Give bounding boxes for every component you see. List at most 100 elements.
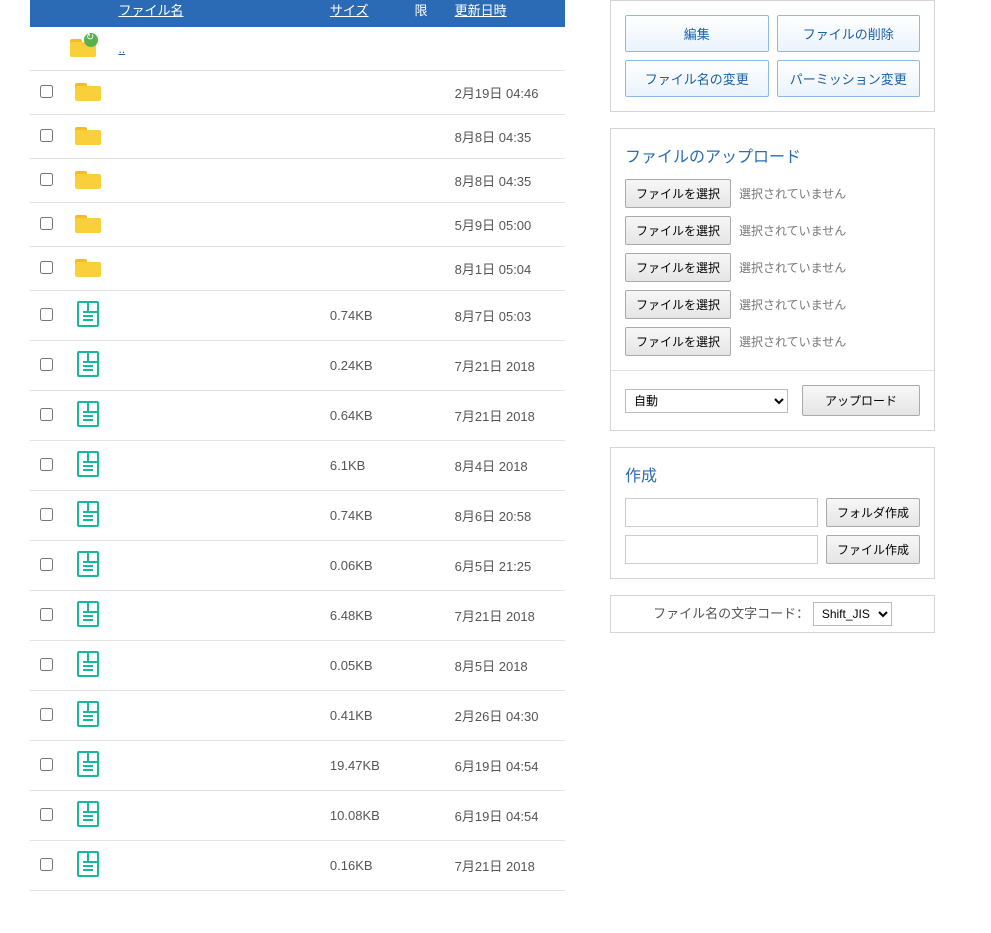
size-cell: 10.08KB — [324, 791, 409, 841]
row-checkbox[interactable] — [40, 708, 53, 721]
upload-panel: ファイルのアップロード ファイルを選択選択されていませんファイルを選択選択されて… — [610, 128, 935, 431]
folder-icon — [75, 125, 101, 145]
row-checkbox[interactable] — [40, 458, 53, 471]
no-file-label: 選択されていません — [739, 259, 846, 276]
edit-button[interactable]: 編集 — [625, 15, 769, 52]
table-row: 8月8日 04:35 — [30, 159, 565, 203]
date-cell: 7月21日 2018 — [449, 391, 565, 441]
no-file-label: 選択されていません — [739, 333, 846, 350]
mkfile-button[interactable]: ファイル作成 — [826, 535, 920, 564]
delete-button[interactable]: ファイルの削除 — [777, 15, 921, 52]
date-cell: 8月8日 04:35 — [449, 115, 565, 159]
date-cell: 8月1日 05:04 — [449, 247, 565, 291]
file-icon — [77, 701, 99, 727]
size-cell — [324, 115, 409, 159]
size-cell — [324, 247, 409, 291]
date-cell: 2月19日 04:46 — [449, 71, 565, 115]
table-row: 0.74KB8月7日 05:03 — [30, 291, 565, 341]
no-file-label: 選択されていません — [739, 185, 846, 202]
encoding-select[interactable]: 自動 — [625, 389, 788, 413]
header-perm: 限 — [408, 0, 448, 27]
row-checkbox[interactable] — [40, 129, 53, 142]
mkdir-button[interactable]: フォルダ作成 — [826, 498, 920, 527]
choose-file-button[interactable]: ファイルを選択 — [625, 216, 731, 245]
date-cell: 6月19日 04:54 — [449, 791, 565, 841]
row-checkbox[interactable] — [40, 858, 53, 871]
size-cell — [324, 203, 409, 247]
row-checkbox[interactable] — [40, 308, 53, 321]
row-checkbox[interactable] — [40, 508, 53, 521]
size-cell: 0.64KB — [324, 391, 409, 441]
size-cell: 0.16KB — [324, 841, 409, 891]
size-cell: 0.24KB — [324, 341, 409, 391]
date-cell: 5月9日 05:00 — [449, 203, 565, 247]
date-cell: 7月21日 2018 — [449, 341, 565, 391]
sort-size[interactable]: サイズ — [330, 3, 369, 18]
table-row: 2月19日 04:46 — [30, 71, 565, 115]
table-row: 0.06KB6月5日 21:25 — [30, 541, 565, 591]
row-checkbox[interactable] — [40, 408, 53, 421]
date-cell: 6月5日 21:25 — [449, 541, 565, 591]
row-checkbox[interactable] — [40, 261, 53, 274]
file-icon — [77, 301, 99, 327]
date-cell: 8月4日 2018 — [449, 441, 565, 491]
table-row: 8月1日 05:04 — [30, 247, 565, 291]
table-row: 0.41KB2月26日 04:30 — [30, 691, 565, 741]
parent-link[interactable]: .. — [118, 42, 125, 56]
row-checkbox[interactable] — [40, 758, 53, 771]
file-name-input[interactable] — [625, 535, 818, 564]
choose-file-button[interactable]: ファイルを選択 — [625, 290, 731, 319]
row-checkbox[interactable] — [40, 558, 53, 571]
size-cell: 0.05KB — [324, 641, 409, 691]
file-icon — [77, 551, 99, 577]
file-icon — [77, 601, 99, 627]
row-checkbox[interactable] — [40, 173, 53, 186]
date-cell: 8月5日 2018 — [449, 641, 565, 691]
no-file-label: 選択されていません — [739, 222, 846, 239]
folder-icon — [75, 81, 101, 101]
choose-file-button[interactable]: ファイルを選択 — [625, 253, 731, 282]
date-cell: 8月6日 20:58 — [449, 491, 565, 541]
file-icon — [77, 501, 99, 527]
file-icon — [77, 651, 99, 677]
table-row: 0.64KB 7月21日 2018 — [30, 391, 565, 441]
row-checkbox[interactable] — [40, 808, 53, 821]
size-cell: 19.47KB — [324, 741, 409, 791]
parent-row: .. — [30, 27, 565, 71]
choose-file-button[interactable]: ファイルを選択 — [625, 327, 731, 356]
folder-name-input[interactable] — [625, 498, 818, 527]
row-checkbox[interactable] — [40, 85, 53, 98]
file-icon — [77, 351, 99, 377]
no-file-label: 選択されていません — [739, 296, 846, 313]
folder-icon — [75, 213, 101, 233]
rename-button[interactable]: ファイル名の変更 — [625, 60, 769, 97]
date-cell: 6月19日 04:54 — [449, 741, 565, 791]
row-checkbox[interactable] — [40, 217, 53, 230]
table-row: 19.47KB 6月19日 04:54 — [30, 741, 565, 791]
file-icon — [77, 751, 99, 777]
choose-file-button[interactable]: ファイルを選択 — [625, 179, 731, 208]
table-row: 0.24KB 7月21日 2018 — [30, 341, 565, 391]
size-cell — [324, 159, 409, 203]
table-row: 6.1KB8月4日 2018 — [30, 441, 565, 491]
folder-icon — [75, 169, 101, 189]
file-icon — [77, 451, 99, 477]
row-checkbox[interactable] — [40, 358, 53, 371]
row-checkbox[interactable] — [40, 608, 53, 621]
size-cell: 0.41KB — [324, 691, 409, 741]
date-cell: 8月8日 04:35 — [449, 159, 565, 203]
chmod-button[interactable]: パーミッション変更 — [777, 60, 921, 97]
sort-date[interactable]: 更新日時 — [455, 3, 507, 18]
date-cell: 8月7日 05:03 — [449, 291, 565, 341]
upload-title: ファイルのアップロード — [625, 143, 920, 167]
charset-select[interactable]: Shift_JIS — [813, 602, 892, 626]
create-panel: 作成 フォルダ作成 ファイル作成 — [610, 447, 935, 579]
sort-filename[interactable]: ファイル名 — [118, 3, 183, 18]
folder-up-icon — [70, 37, 96, 57]
create-title: 作成 — [625, 462, 920, 486]
actions-panel: 編集 ファイルの削除 ファイル名の変更 パーミッション変更 — [610, 0, 935, 112]
upload-button[interactable]: アップロード — [802, 385, 920, 416]
table-row: 0.05KB 8月5日 2018 — [30, 641, 565, 691]
size-cell: 6.48KB — [324, 591, 409, 641]
row-checkbox[interactable] — [40, 658, 53, 671]
